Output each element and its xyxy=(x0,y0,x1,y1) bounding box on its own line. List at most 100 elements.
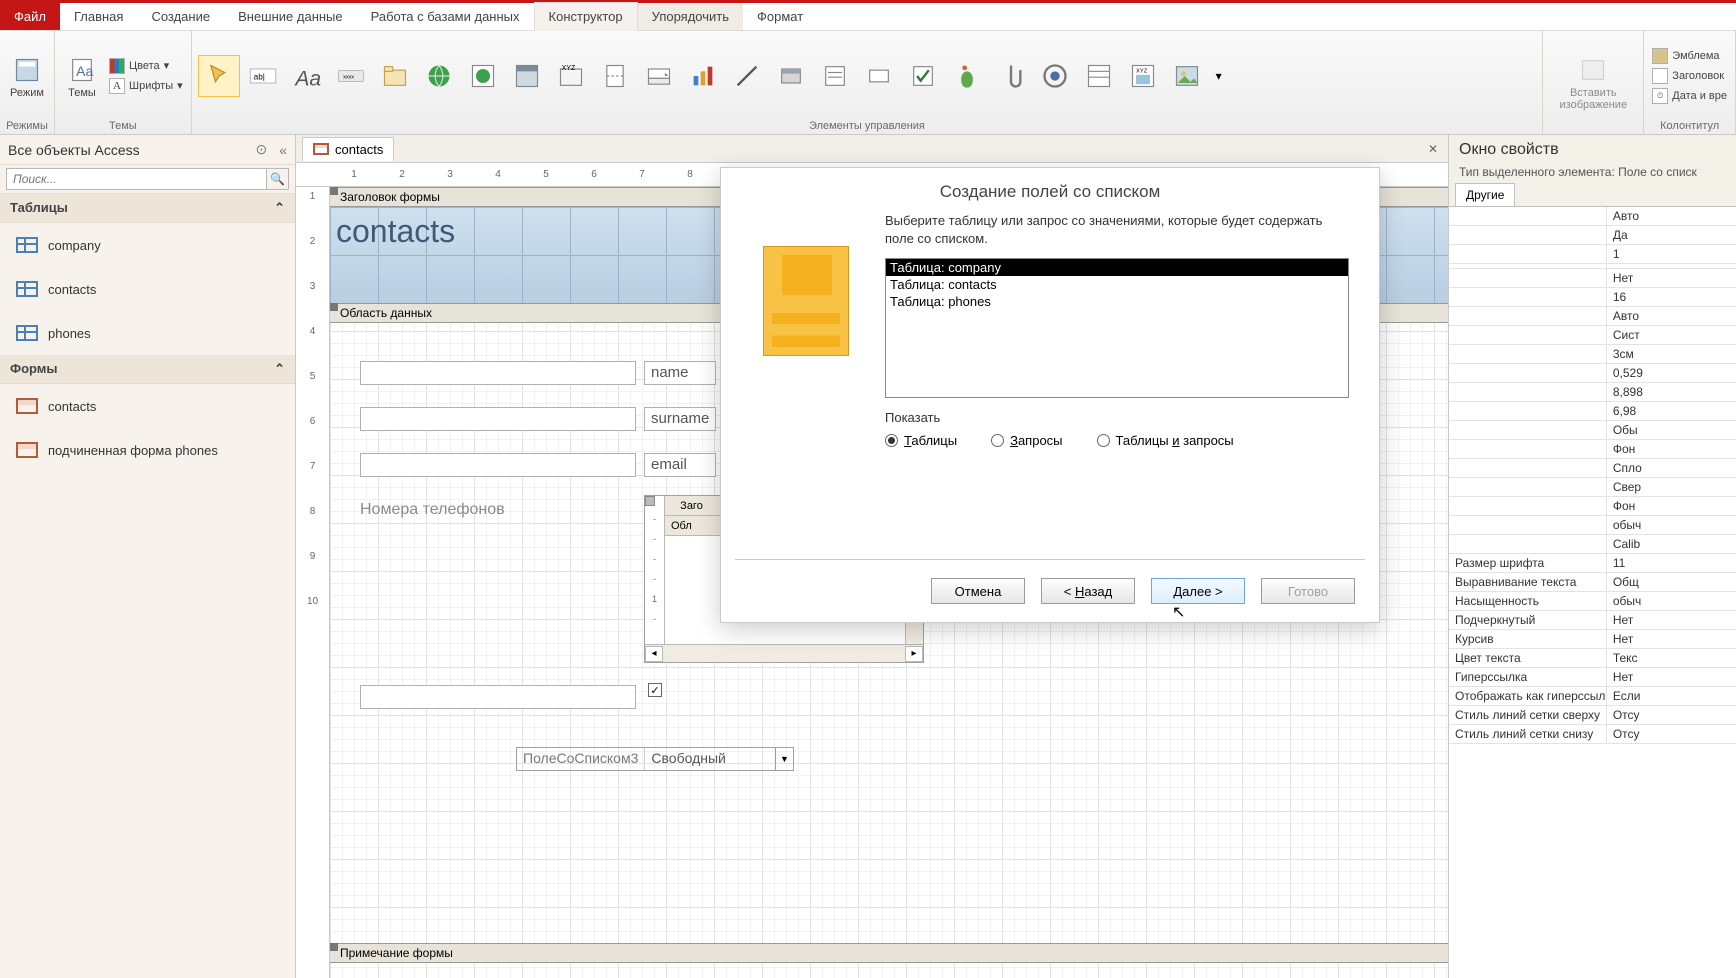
search-input[interactable] xyxy=(6,168,267,190)
radio-queries[interactable]: Запросы xyxy=(991,433,1062,448)
subform-hscroll[interactable]: ◂▸ xyxy=(645,644,923,662)
listbox-tool-icon[interactable] xyxy=(814,55,856,97)
nav-table-contacts[interactable]: contacts xyxy=(0,267,295,311)
textbox-tool-icon[interactable]: ab| xyxy=(242,55,284,97)
label-phones[interactable]: Номера телефонов xyxy=(360,501,505,519)
datetime-button[interactable]: ⏲Дата и вре xyxy=(1650,87,1729,105)
optiongroup-tool-icon[interactable]: XYZ xyxy=(550,55,592,97)
prop-value[interactable]: Отсу xyxy=(1607,725,1736,743)
nav-form-contacts[interactable]: contacts xyxy=(0,384,295,428)
prop-value[interactable]: Общ xyxy=(1607,573,1736,591)
combobox-tool-icon[interactable] xyxy=(638,55,680,97)
prop-value[interactable]: Обы xyxy=(1607,421,1736,439)
prop-value[interactable]: Нет xyxy=(1607,668,1736,686)
prop-value[interactable]: Спло xyxy=(1607,459,1736,477)
prop-value[interactable]: Свер xyxy=(1607,478,1736,496)
prop-value[interactable]: 0,529 xyxy=(1607,364,1736,382)
prop-value[interactable]: 1 xyxy=(1607,245,1736,263)
line-tool-icon[interactable] xyxy=(726,55,768,97)
nav-table-company[interactable]: company xyxy=(0,223,295,267)
prop-value[interactable] xyxy=(1607,264,1736,268)
field-surname-box[interactable] xyxy=(360,407,636,431)
select-tool-icon[interactable] xyxy=(198,55,240,97)
insert-image-button[interactable]: Вставить изображение xyxy=(1549,51,1637,113)
chevron-down-icon[interactable]: ▼ xyxy=(775,748,793,770)
prop-value[interactable]: Авто xyxy=(1607,207,1736,225)
fonts-button[interactable]: AШрифты ▾ xyxy=(107,77,185,95)
navpane-collapse-icon[interactable]: « xyxy=(279,142,287,158)
nav-category-forms[interactable]: Формы⌃ xyxy=(0,355,295,384)
prop-value[interactable]: Да xyxy=(1607,226,1736,244)
nav-table-phones[interactable]: phones xyxy=(0,311,295,355)
prop-value[interactable]: Если xyxy=(1607,687,1736,705)
prop-value[interactable]: Нет xyxy=(1607,630,1736,648)
form-footer-bar[interactable]: Примечание формы xyxy=(330,943,1448,963)
checkbox-active[interactable]: ✓ xyxy=(648,683,662,697)
nav-category-tables[interactable]: Таблицы⌃ xyxy=(0,194,295,223)
radio-tables[interactable]: Таблицы xyxy=(885,433,957,448)
field-email-box[interactable] xyxy=(360,453,636,477)
tab-database[interactable]: Работа с базами данных xyxy=(357,3,534,30)
nav-form-phones[interactable]: подчиненная форма phones xyxy=(0,428,295,472)
prop-value[interactable]: Фон xyxy=(1607,497,1736,515)
property-grid[interactable]: АвтоДа1Нет16АвтоСист3см0,5298,8986,98Обы… xyxy=(1449,207,1736,978)
back-button[interactable]: < Назад xyxy=(1041,578,1135,604)
prop-tab-other[interactable]: Другие xyxy=(1455,183,1515,206)
prop-value[interactable]: 6,98 xyxy=(1607,402,1736,420)
tab-create[interactable]: Создание xyxy=(137,3,224,30)
cancel-button[interactable]: Отмена xyxy=(931,578,1025,604)
attachment-tool-icon[interactable] xyxy=(990,55,1032,97)
combobox-control[interactable]: ПолеСоСписком3 Свободный ▼ xyxy=(516,747,794,771)
chart-tool-icon[interactable] xyxy=(682,55,724,97)
search-icon[interactable]: 🔍 xyxy=(267,168,289,190)
prop-value[interactable]: обыч xyxy=(1607,516,1736,534)
checkbox-tool-icon[interactable] xyxy=(902,55,944,97)
prop-value[interactable]: Calib xyxy=(1607,535,1736,553)
unbound-tool-icon[interactable] xyxy=(946,55,988,97)
prop-value[interactable]: Нет xyxy=(1607,269,1736,287)
list-item[interactable]: Таблица: phones xyxy=(886,293,1348,310)
tab-home[interactable]: Главная xyxy=(60,3,137,30)
prop-value[interactable]: Текс xyxy=(1607,649,1736,667)
prop-value[interactable]: 16 xyxy=(1607,288,1736,306)
field-email[interactable]: email xyxy=(644,453,716,477)
toggle-tool-icon[interactable] xyxy=(770,55,812,97)
hyperlink-tool-icon[interactable] xyxy=(418,55,460,97)
radio-both[interactable]: Таблицы и запросы xyxy=(1097,433,1234,448)
prop-value[interactable]: Нет xyxy=(1607,611,1736,629)
boundframe-tool-icon[interactable]: XYZ xyxy=(1122,55,1164,97)
tab-arrange[interactable]: Упорядочить xyxy=(638,3,743,30)
close-document-icon[interactable]: ✕ xyxy=(1418,142,1448,156)
document-tab[interactable]: contacts xyxy=(302,137,394,161)
view-mode-button[interactable]: Режим xyxy=(6,51,48,101)
list-item[interactable]: Таблица: contacts xyxy=(886,276,1348,293)
prop-value[interactable]: 8,898 xyxy=(1607,383,1736,401)
list-item[interactable]: Таблица: company xyxy=(886,259,1348,276)
prop-value[interactable]: Авто xyxy=(1607,307,1736,325)
option-tool-icon[interactable] xyxy=(1034,55,1076,97)
field-name[interactable]: name xyxy=(644,361,716,385)
field-active-box[interactable] xyxy=(360,685,636,709)
title-button[interactable]: Заголовок xyxy=(1650,67,1729,85)
image-tool-icon[interactable] xyxy=(1166,55,1208,97)
webbrowser-tool-icon[interactable] xyxy=(462,55,504,97)
navpane-dropdown-icon[interactable]: ⊙ xyxy=(255,141,267,158)
emblem-button[interactable]: Эмблема xyxy=(1650,47,1729,65)
field-surname[interactable]: surname xyxy=(644,407,716,431)
rectangle-tool-icon[interactable] xyxy=(858,55,900,97)
tab-external[interactable]: Внешние данные xyxy=(224,3,357,30)
label-tool-icon[interactable]: Aa xyxy=(286,55,328,97)
themes-button[interactable]: Aa Темы xyxy=(61,51,103,101)
prop-value[interactable]: 3см xyxy=(1607,345,1736,363)
prop-value[interactable]: обыч xyxy=(1607,592,1736,610)
prop-value[interactable]: Отсу xyxy=(1607,706,1736,724)
next-button[interactable]: Далее > xyxy=(1151,578,1245,604)
field-name-box[interactable] xyxy=(360,361,636,385)
tab-control-tool-icon[interactable] xyxy=(374,55,416,97)
prop-value[interactable]: 11 xyxy=(1607,554,1736,572)
tab-design[interactable]: Конструктор xyxy=(534,2,638,31)
pagebreak-tool-icon[interactable] xyxy=(594,55,636,97)
colors-button[interactable]: Цвета ▾ xyxy=(107,57,185,75)
prop-value[interactable]: Сист xyxy=(1607,326,1736,344)
wizard-table-list[interactable]: Таблица: company Таблица: contacts Табли… xyxy=(885,258,1349,398)
